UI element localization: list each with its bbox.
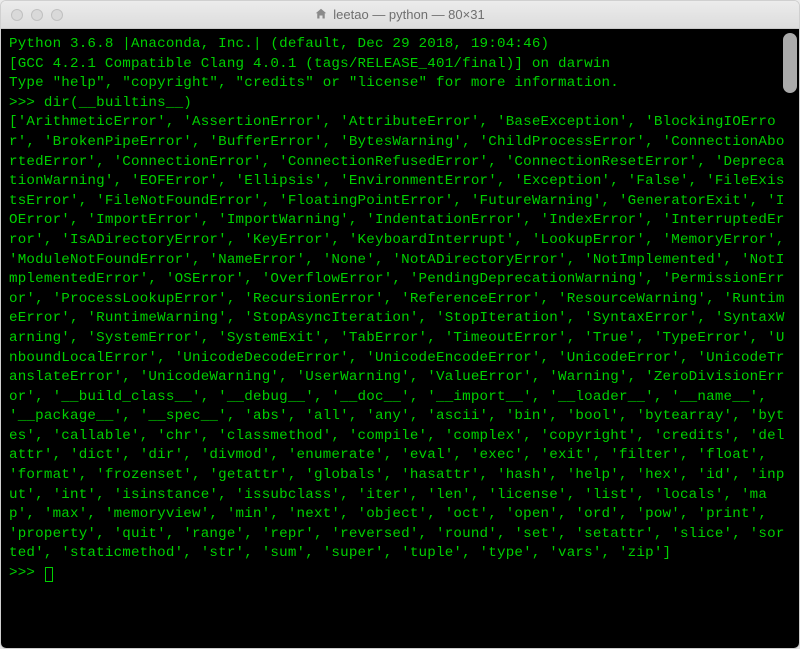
traffic-lights: [1, 9, 63, 21]
terminal-viewport[interactable]: Python 3.6.8 |Anaconda, Inc.| (default, …: [1, 29, 799, 648]
minimize-button[interactable]: [31, 9, 43, 21]
repl-prompt: >>>: [9, 95, 44, 111]
repl-output: ['ArithmeticError', 'AssertionError', 'A…: [9, 114, 793, 561]
window-title: leetao — python — 80×31: [1, 7, 799, 22]
python-banner-line-1: Python 3.6.8 |Anaconda, Inc.| (default, …: [9, 36, 549, 52]
titlebar: leetao — python — 80×31: [1, 1, 799, 29]
close-button[interactable]: [11, 9, 23, 21]
terminal-content[interactable]: Python 3.6.8 |Anaconda, Inc.| (default, …: [9, 35, 791, 584]
window-title-text: leetao — python — 80×31: [333, 7, 484, 22]
repl-command: dir(__builtins__): [44, 95, 192, 111]
python-banner-line-2: [GCC 4.2.1 Compatible Clang 4.0.1 (tags/…: [9, 56, 610, 72]
terminal-window: leetao — python — 80×31 Python 3.6.8 |An…: [0, 0, 800, 649]
repl-prompt-current: >>>: [9, 565, 44, 581]
zoom-button[interactable]: [51, 9, 63, 21]
cursor: [45, 567, 53, 582]
home-icon: [315, 8, 327, 20]
python-banner-line-3: Type "help", "copyright", "credits" or "…: [9, 75, 619, 91]
scrollbar-thumb[interactable]: [783, 33, 797, 93]
